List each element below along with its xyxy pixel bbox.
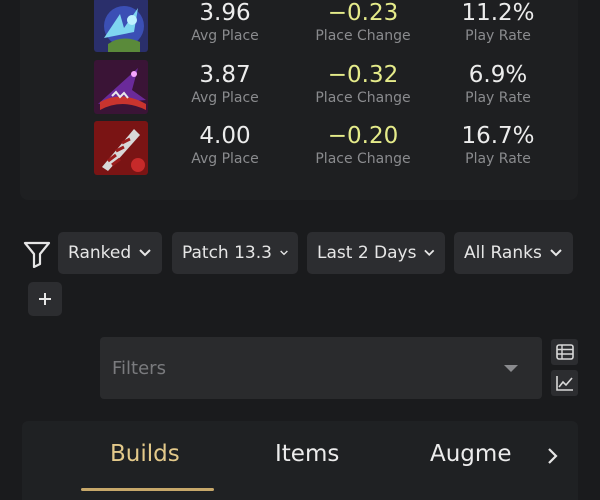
stats-row: 3.87 Avg Place −0.32 Place Change 6.9% P… [94, 60, 574, 116]
timeframe-dropdown[interactable]: Last 2 Days [307, 232, 445, 274]
stats-row: 4.00 Avg Place −0.20 Place Change 16.7% … [94, 121, 574, 177]
avg-place-label: Avg Place [191, 28, 259, 44]
patch-dropdown[interactable]: Patch 13.3 [172, 232, 298, 274]
place-change-label: Place Change [315, 90, 411, 106]
patch-dropdown-label: Patch 13.3 [182, 243, 272, 263]
caret-down-icon [504, 365, 518, 372]
avg-place-value: 4.00 [199, 123, 251, 149]
avg-place-value: 3.96 [199, 0, 251, 26]
add-filter-button[interactable] [28, 282, 62, 316]
avg-place-stat: 3.87 Avg Place [180, 62, 270, 107]
avg-place-value: 3.87 [199, 62, 251, 88]
play-rate-label: Play Rate [465, 90, 531, 106]
chevron-down-icon [424, 249, 435, 256]
purple-witch-hat-icon [94, 60, 148, 114]
tab-builds[interactable]: Builds [110, 441, 180, 467]
chevron-down-icon [139, 249, 151, 257]
active-tab-indicator [81, 488, 214, 491]
play-rate-value: 6.9% [468, 62, 528, 88]
play-rate-stat: 16.7% Play Rate [450, 123, 546, 168]
place-change-stat: −0.20 Place Change [298, 123, 428, 168]
play-rate-stat: 6.9% Play Rate [450, 62, 546, 107]
rank-dropdown-label: All Ranks [464, 243, 542, 263]
place-change-label: Place Change [315, 28, 411, 44]
place-change-value: −0.32 [327, 62, 399, 88]
chevron-down-icon [280, 250, 288, 256]
red-feather-blade-icon [94, 121, 148, 175]
avg-place-label: Avg Place [191, 151, 259, 167]
blue-ice-splash-icon [94, 0, 148, 52]
place-change-stat: −0.32 Place Change [298, 62, 428, 107]
place-change-stat: −0.23 Place Change [298, 0, 428, 45]
place-change-label: Place Change [315, 151, 411, 167]
avg-place-stat: 4.00 Avg Place [180, 123, 270, 168]
play-rate-value: 11.2% [461, 0, 535, 26]
filters-placeholder: Filters [112, 357, 166, 379]
play-rate-stat: 11.2% Play Rate [450, 0, 546, 45]
queue-dropdown-label: Ranked [68, 243, 132, 263]
avg-place-stat: 3.96 Avg Place [180, 0, 270, 45]
place-change-value: −0.23 [327, 0, 399, 26]
tab-bar: Builds Items Augme [22, 421, 578, 500]
stats-card: 3.96 Avg Place −0.23 Place Change 11.2% … [20, 0, 578, 200]
funnel-icon[interactable] [22, 240, 52, 269]
play-rate-label: Play Rate [465, 28, 531, 44]
queue-dropdown[interactable]: Ranked [58, 232, 162, 274]
chart-view-icon [555, 376, 573, 391]
timeframe-dropdown-label: Last 2 Days [317, 243, 417, 263]
stats-row: 3.96 Avg Place −0.23 Place Change 11.2% … [94, 0, 574, 54]
table-view-icon [555, 344, 574, 360]
avg-place-label: Avg Place [191, 90, 259, 106]
filter-bar: Ranked Patch 13.3 Last 2 Days All Ranks [20, 232, 580, 322]
chart-view-button[interactable] [551, 370, 578, 396]
place-change-value: −0.20 [327, 123, 399, 149]
tab-augments[interactable]: Augme [430, 441, 511, 467]
chevron-down-icon [550, 249, 562, 257]
plus-icon [39, 293, 51, 305]
rank-dropdown[interactable]: All Ranks [454, 232, 573, 274]
play-rate-label: Play Rate [465, 151, 531, 167]
tab-items[interactable]: Items [275, 441, 339, 467]
table-view-button[interactable] [551, 339, 578, 365]
filters-select[interactable]: Filters [100, 337, 542, 399]
play-rate-value: 16.7% [461, 123, 535, 149]
chevron-right-icon[interactable] [546, 447, 558, 469]
